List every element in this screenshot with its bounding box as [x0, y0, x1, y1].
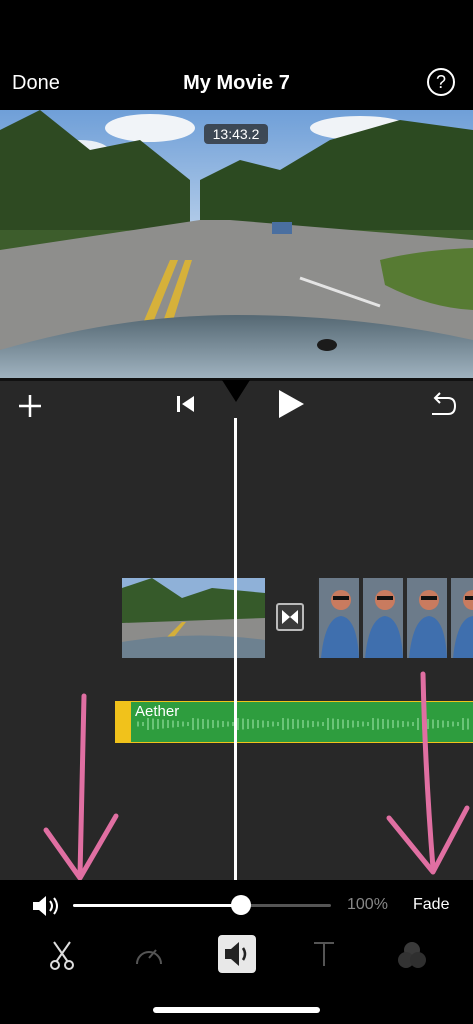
plus-icon[interactable]: [16, 392, 44, 420]
video-preview: [0, 110, 473, 378]
video-clip-selfie[interactable]: [317, 578, 473, 658]
volume-slider-fill: [73, 904, 241, 907]
annotation-arrow-right: [383, 668, 471, 882]
annotation-arrow-left: [40, 690, 120, 885]
fade-button[interactable]: Fade: [413, 896, 449, 914]
playhead-marker: [222, 380, 250, 402]
scissors-icon[interactable]: [49, 940, 75, 970]
help-button[interactable]: ?: [427, 68, 455, 96]
speed-icon[interactable]: [134, 940, 164, 968]
skip-back-icon[interactable]: [174, 392, 198, 416]
playhead-line: [234, 418, 237, 882]
volume-percent: 100%: [347, 896, 388, 913]
video-clip-road[interactable]: [122, 578, 265, 658]
filters-icon[interactable]: [396, 940, 428, 970]
play-icon[interactable]: [276, 388, 306, 420]
speaker-icon[interactable]: [30, 893, 62, 919]
project-title: My Movie 7: [183, 72, 290, 94]
audio-clip-name: Aether: [135, 703, 180, 720]
text-icon[interactable]: [312, 940, 336, 968]
home-indicator: [153, 1007, 320, 1013]
volume-icon[interactable]: [218, 935, 256, 973]
undo-icon[interactable]: [428, 390, 458, 418]
timestamp-badge: 13:43.2: [204, 124, 268, 144]
transition-icon[interactable]: [276, 603, 304, 631]
volume-slider-knob[interactable]: [230, 895, 251, 915]
